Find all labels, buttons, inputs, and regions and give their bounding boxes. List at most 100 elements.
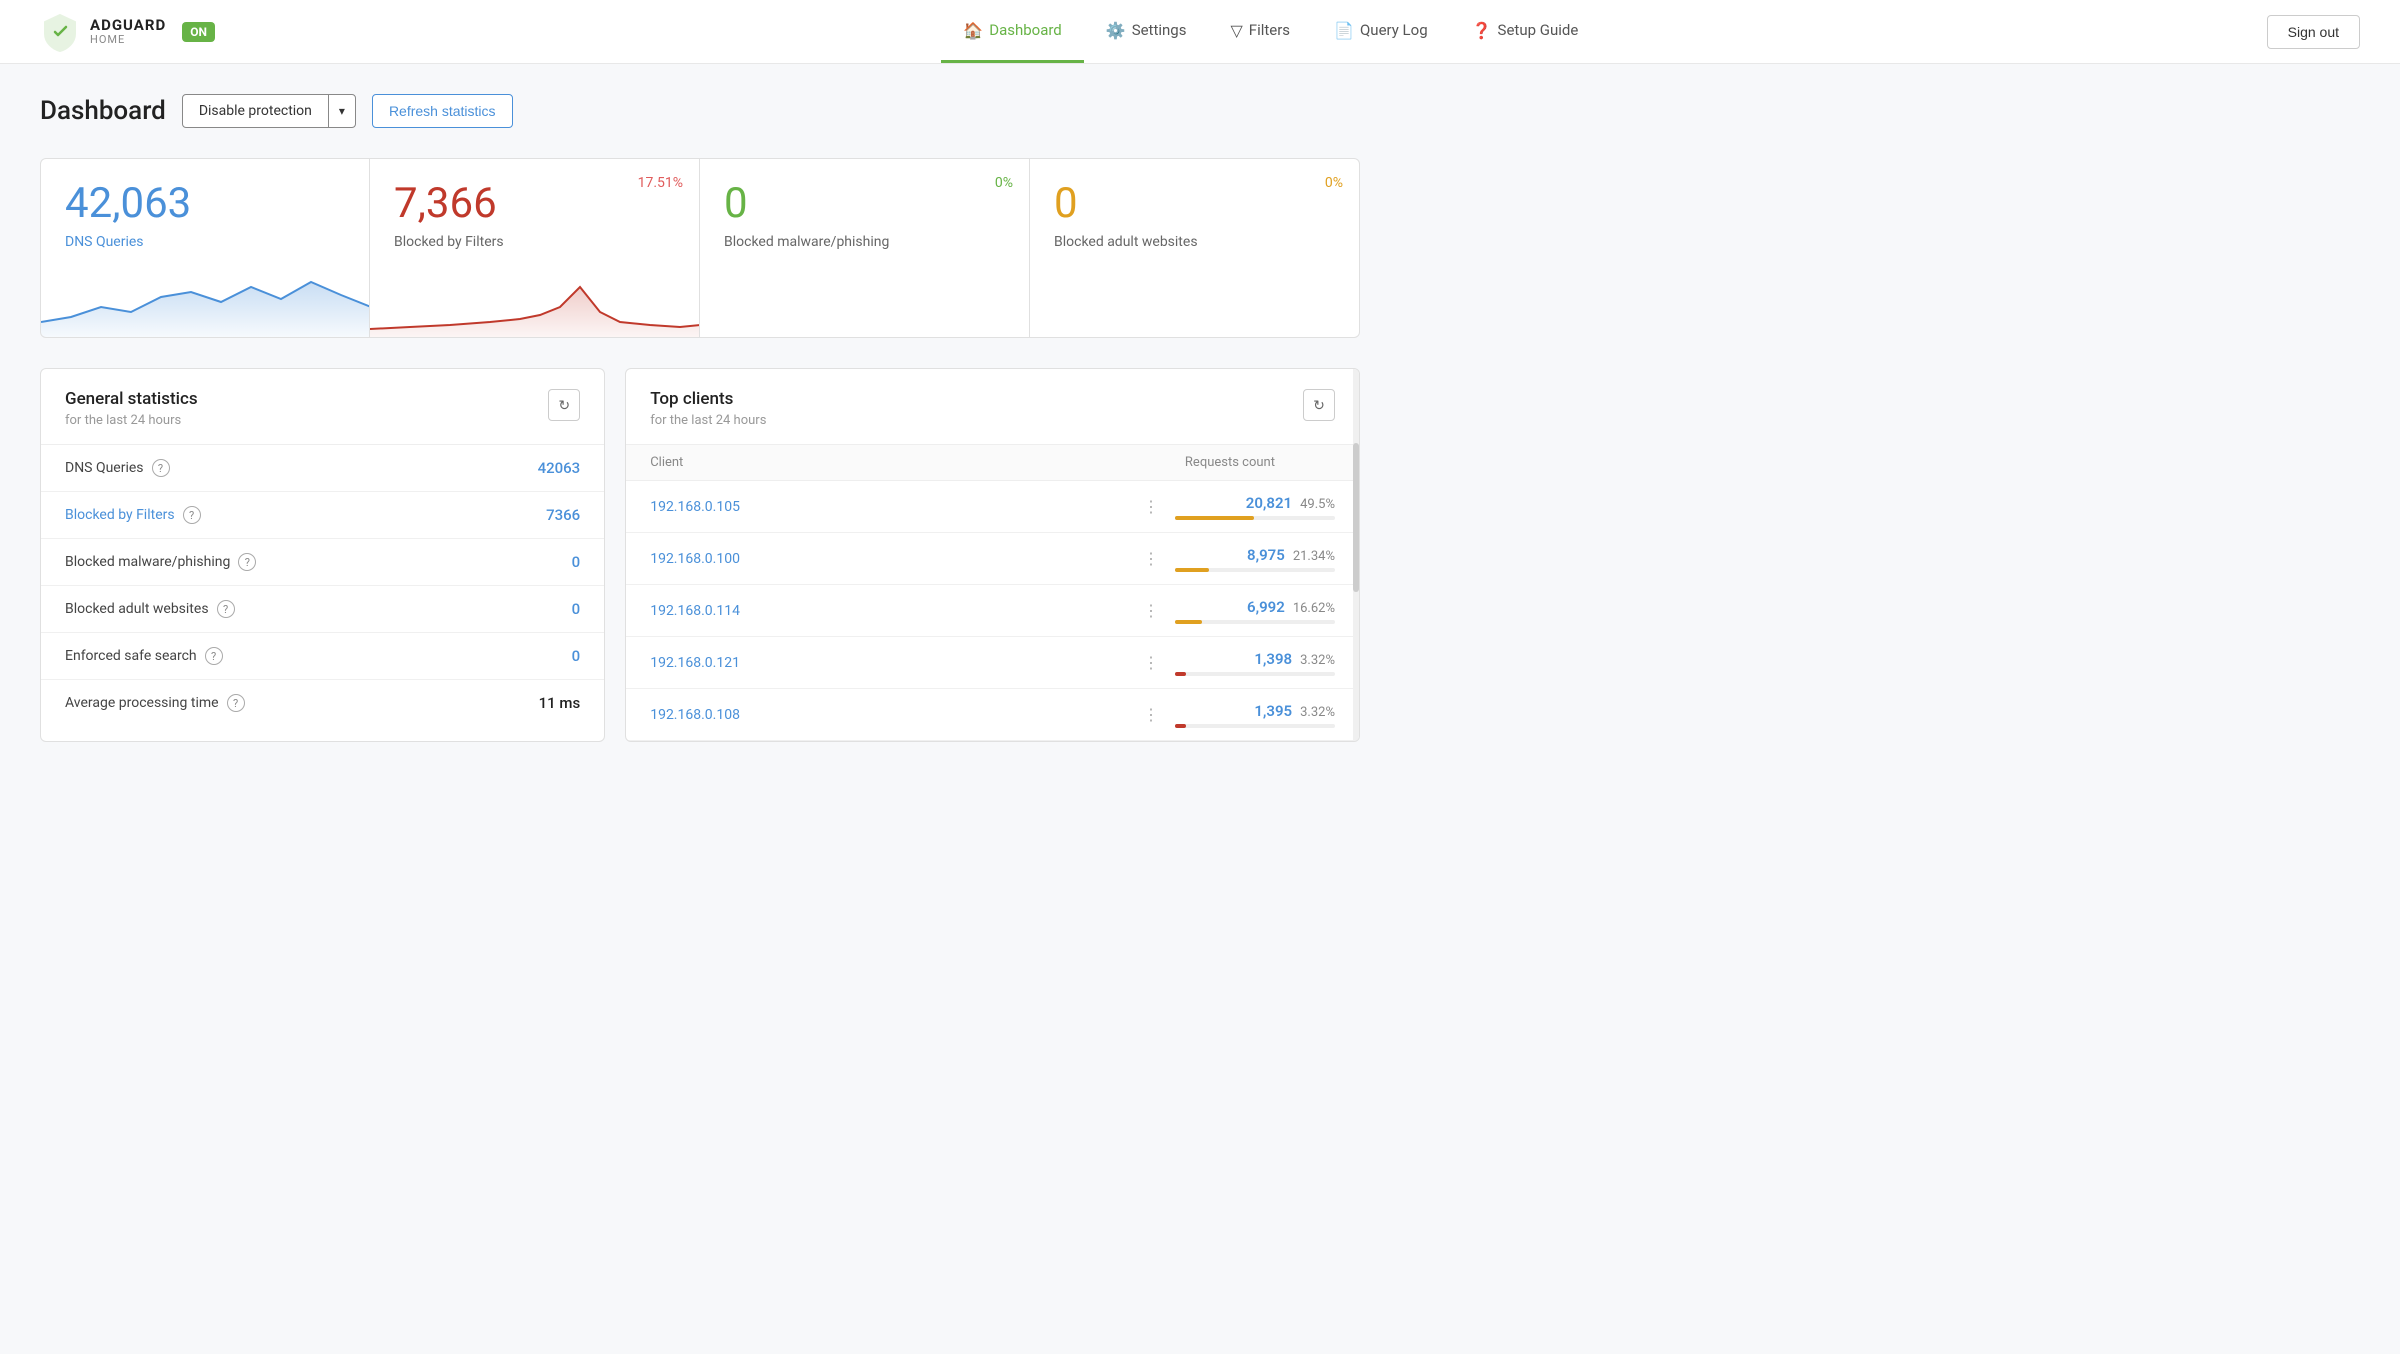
client-count-3: 1,398	[1254, 650, 1292, 668]
client-count-0: 20,821	[1246, 494, 1292, 512]
client-pct-3: 3.32%	[1300, 653, 1335, 668]
adguard-logo-icon	[40, 12, 80, 52]
client-menu-4[interactable]: ⋮	[1137, 701, 1165, 728]
blocked-filters-row-label: Blocked by Filters	[65, 507, 175, 523]
stat-row-dns-queries: DNS Queries ? 42063	[41, 445, 604, 492]
client-count-4: 1,395	[1254, 702, 1292, 720]
top-clients-panel: Top clients for the last 24 hours ↻ Clie…	[625, 368, 1360, 742]
client-bar-1	[1175, 568, 1209, 572]
avg-processing-row-label: Average processing time	[65, 695, 219, 711]
top-clients-refresh-button[interactable]: ↻	[1303, 389, 1335, 421]
nav-item-settings[interactable]: ⚙️ Settings	[1084, 1, 1209, 63]
top-clients-subtitle: for the last 24 hours	[650, 413, 766, 428]
client-ip-1[interactable]: 192.168.0.100	[650, 551, 1127, 567]
client-row-0: 192.168.0.105 ⋮ 20,821 49.5%	[626, 481, 1359, 533]
client-ip-3[interactable]: 192.168.0.121	[650, 655, 1127, 671]
client-ip-4[interactable]: 192.168.0.108	[650, 707, 1127, 723]
client-menu-0[interactable]: ⋮	[1137, 493, 1165, 520]
blocked-filters-help-icon[interactable]: ?	[183, 506, 201, 524]
stat-row-blocked-malware: Blocked malware/phishing ? 0	[41, 539, 604, 586]
client-pct-0: 49.5%	[1300, 497, 1335, 512]
clients-table-header: Client Requests count	[626, 445, 1359, 481]
top-clients-header: Top clients for the last 24 hours ↻	[626, 369, 1359, 445]
client-ip-0[interactable]: 192.168.0.105	[650, 499, 1127, 515]
scrollbar-track[interactable]	[1353, 369, 1359, 741]
dns-queries-label: DNS Queries	[65, 234, 345, 250]
avg-processing-row-value: 11 ms	[539, 694, 581, 712]
client-bar-container-4	[1175, 724, 1335, 728]
stat-row-blocked-filters: Blocked by Filters ? 7366	[41, 492, 604, 539]
logo-adguard-text: ADGUARD	[90, 17, 166, 34]
blocked-adult-help-icon[interactable]: ?	[217, 600, 235, 618]
client-row-2: 192.168.0.114 ⋮ 6,992 16.62%	[626, 585, 1359, 637]
nav-item-query-log[interactable]: 📄 Query Log	[1312, 1, 1450, 63]
client-menu-1[interactable]: ⋮	[1137, 545, 1165, 572]
nav-item-filters[interactable]: ▽ Filters	[1208, 1, 1312, 63]
nav-label-query-log: Query Log	[1360, 21, 1428, 39]
client-bar-container-0	[1175, 516, 1335, 520]
dns-queries-row-value: 42063	[538, 459, 581, 477]
stat-card-blocked-adult: 0% 0 Blocked adult websites	[1030, 158, 1360, 338]
refresh-icon-2: ↻	[1313, 397, 1325, 414]
col-header-requests: Requests count	[1185, 455, 1335, 470]
logo: ADGUARD HOME ON	[40, 12, 215, 52]
client-bar-container-1	[1175, 568, 1335, 572]
client-bar-container-2	[1175, 620, 1335, 624]
dashboard-header: Dashboard Disable protection ▾ Refresh s…	[40, 94, 1360, 128]
blocked-filters-label: Blocked by Filters	[394, 234, 675, 250]
sign-out-button[interactable]: Sign out	[2267, 15, 2360, 49]
client-menu-3[interactable]: ⋮	[1137, 649, 1165, 676]
stat-card-blocked-malware: 0% 0 Blocked malware/phishing	[700, 158, 1030, 338]
stats-cards: 42,063 DNS Queries 17.51% 7,366 Blocked …	[40, 158, 1360, 338]
safe-search-help-icon[interactable]: ?	[205, 647, 223, 665]
client-pct-4: 3.32%	[1300, 705, 1335, 720]
stat-row-safe-search: Enforced safe search ? 0	[41, 633, 604, 680]
dns-queries-help-icon[interactable]: ?	[152, 459, 170, 477]
stat-card-blocked-filters: 17.51% 7,366 Blocked by Filters	[370, 158, 700, 338]
document-icon: 📄	[1334, 21, 1354, 40]
scrollbar-thumb	[1353, 443, 1359, 592]
gear-icon: ⚙️	[1106, 21, 1126, 40]
home-icon: 🏠	[963, 21, 983, 40]
client-ip-2[interactable]: 192.168.0.114	[650, 603, 1127, 619]
refresh-statistics-button[interactable]: Refresh statistics	[372, 94, 513, 128]
blocked-filters-row-value: 7366	[546, 506, 580, 524]
client-bar-0	[1175, 516, 1254, 520]
client-pct-1: 21.34%	[1293, 549, 1335, 564]
nav-item-setup-guide[interactable]: ❓ Setup Guide	[1450, 1, 1601, 63]
blocked-malware-row-label: Blocked malware/phishing	[65, 554, 230, 570]
blocked-filters-percent: 17.51%	[638, 175, 683, 191]
blocked-malware-percent: 0%	[995, 175, 1013, 191]
client-bar-container-3	[1175, 672, 1335, 676]
general-stats-title: General statistics	[65, 389, 198, 409]
stat-card-dns-queries: 42,063 DNS Queries	[40, 158, 370, 338]
disable-protection-button[interactable]: Disable protection ▾	[182, 94, 356, 128]
client-menu-2[interactable]: ⋮	[1137, 597, 1165, 624]
general-stats-subtitle: for the last 24 hours	[65, 413, 198, 428]
stat-row-avg-processing: Average processing time ? 11 ms	[41, 680, 604, 726]
client-bar-2	[1175, 620, 1202, 624]
blocked-adult-number: 0	[1054, 179, 1335, 228]
blocked-malware-help-icon[interactable]: ?	[238, 553, 256, 571]
stat-row-blocked-adult: Blocked adult websites ? 0	[41, 586, 604, 633]
client-pct-2: 16.62%	[1293, 601, 1335, 616]
blocked-filters-number: 7,366	[394, 179, 675, 228]
client-bar-4	[1175, 724, 1186, 728]
nav-label-setup-guide: Setup Guide	[1498, 21, 1579, 39]
nav-item-dashboard[interactable]: 🏠 Dashboard	[941, 1, 1083, 63]
avg-processing-help-icon[interactable]: ?	[227, 694, 245, 712]
page-title: Dashboard	[40, 96, 166, 126]
refresh-icon: ↻	[558, 397, 570, 414]
filter-icon: ▽	[1230, 21, 1242, 40]
question-icon: ❓	[1472, 21, 1492, 40]
safe-search-row-label: Enforced safe search	[65, 648, 197, 664]
chevron-down-icon: ▾	[329, 96, 355, 126]
col-header-client: Client	[650, 455, 1185, 470]
general-stats-header: General statistics for the last 24 hours…	[41, 369, 604, 445]
general-stats-refresh-button[interactable]: ↻	[548, 389, 580, 421]
blocked-filters-chart	[370, 257, 700, 337]
dns-queries-number: 42,063	[65, 179, 345, 228]
top-clients-title: Top clients	[650, 389, 766, 409]
safe-search-row-value: 0	[572, 647, 581, 665]
main-content: Dashboard Disable protection ▾ Refresh s…	[0, 64, 1400, 772]
